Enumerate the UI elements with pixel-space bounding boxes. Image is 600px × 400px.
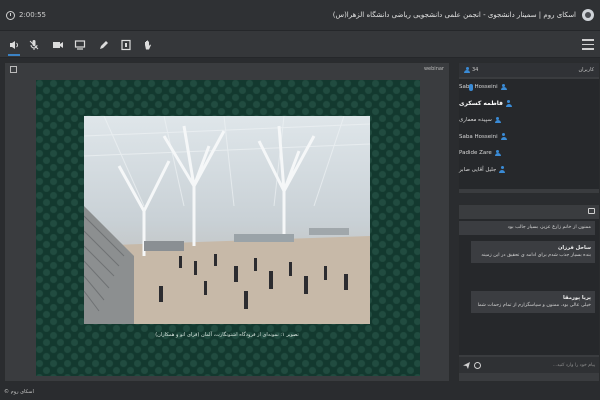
message-author: پریا پورمقا bbox=[563, 295, 591, 301]
user-icon bbox=[499, 166, 506, 173]
slide-caption: تصویر ۱: نمونه‌ای از فرودگاه اشتوتگارت، … bbox=[155, 332, 299, 338]
user-icon bbox=[494, 116, 501, 124]
participant-item[interactable]: Saba Hosseini bbox=[459, 79, 599, 96]
message-text: خیلی عالی بود. ممنون و سپاسگزارم از تمام… bbox=[477, 303, 591, 309]
chat-input-icons bbox=[463, 361, 481, 369]
footer-brand: © اسکای روم bbox=[4, 389, 34, 395]
screen-share-button[interactable] bbox=[72, 37, 88, 53]
presentation-icon bbox=[121, 39, 131, 51]
title-bar: 2:00:55 اسکای روم | سمینار دانشجوی - انج… bbox=[0, 0, 600, 30]
chat-messages: ممنون از خانم زارع عزیز، بسیار جالب بود … bbox=[459, 219, 599, 355]
mic-icon bbox=[469, 84, 473, 91]
participants-panel: 34 کاربران Saba Hosseini فاطمه کسکری سپی… bbox=[458, 62, 600, 194]
send-icon[interactable] bbox=[463, 361, 470, 369]
mic-off-icon bbox=[29, 40, 39, 50]
chat-message: ممنون از خانم زارع عزیز، بسیار جالب بود bbox=[459, 221, 595, 235]
expand-icon[interactable] bbox=[10, 65, 17, 73]
camera-button[interactable] bbox=[50, 37, 66, 53]
user-icon bbox=[494, 149, 501, 157]
menu-icon-line bbox=[582, 48, 594, 50]
airport-photo bbox=[84, 116, 370, 324]
speaker-button[interactable] bbox=[6, 37, 22, 56]
participant-item[interactable]: جلیل آقایی صابر bbox=[459, 162, 599, 179]
whiteboard-button[interactable] bbox=[96, 37, 112, 53]
raise-hand-icon bbox=[145, 40, 151, 50]
webinar-label: webinar bbox=[423, 66, 444, 72]
slide-photo bbox=[84, 116, 370, 324]
page-title: اسکای روم | سمینار دانشجوی - انجمن علمی … bbox=[332, 11, 576, 19]
footer-bar: © اسکای روم bbox=[0, 384, 600, 400]
raise-hand-button[interactable] bbox=[140, 37, 156, 53]
user-icon bbox=[500, 83, 507, 91]
user-icon bbox=[505, 100, 512, 107]
user-icon bbox=[500, 133, 507, 140]
participant-item[interactable]: سپیده معماری bbox=[459, 112, 599, 129]
presentation-button[interactable] bbox=[118, 37, 134, 53]
title-wrap: اسکای روم | سمینار دانشجوی - انجمن علمی … bbox=[333, 9, 594, 21]
participant-name: Saba Hosseini bbox=[459, 133, 498, 140]
timer-text: 2:00:55 bbox=[19, 11, 46, 19]
chat-panel: ممنون از خانم زارع عزیز، بسیار جالب بود … bbox=[458, 204, 600, 382]
chat-message: ساحل فرزان بنده بسیار جذب شدم برای ادامه… bbox=[471, 241, 595, 263]
session-timer: 2:00:55 bbox=[6, 10, 46, 20]
screen-share-icon bbox=[74, 40, 86, 50]
participant-count: 34 bbox=[464, 66, 479, 74]
menu-button[interactable] bbox=[582, 39, 594, 51]
participant-count-text: 34 bbox=[472, 67, 479, 73]
participant-name: فاطمه کسکری bbox=[459, 100, 503, 108]
participant-name: Padide Zare bbox=[459, 150, 492, 157]
emoji-icon[interactable] bbox=[474, 361, 481, 369]
chat-input-field[interactable]: پیام خود را وارد کنید... bbox=[553, 363, 595, 368]
presentation-slide: تصویر ۱: نمونه‌ای از فرودگاه اشتوتگارت، … bbox=[36, 80, 420, 376]
message-author: ساحل فرزان bbox=[557, 245, 591, 251]
chat-input-bar[interactable]: پیام خود را وارد کنید... bbox=[459, 357, 599, 373]
message-text: ممنون از خانم زارع عزیز، بسیار جالب بود bbox=[507, 225, 591, 230]
users-icon bbox=[464, 66, 470, 74]
menu-icon-line bbox=[582, 43, 594, 45]
message-text: بنده بسیار جذب شدم برای ادامه ی تحقیق در… bbox=[481, 253, 591, 259]
participant-name: Saba Hosseini bbox=[459, 84, 498, 91]
chat-icon bbox=[588, 208, 595, 214]
participant-name: جلیل آقایی صابر bbox=[459, 166, 497, 173]
participant-name: سپیده معماری bbox=[459, 117, 492, 124]
chat-header bbox=[459, 205, 599, 217]
webinar-panel: webinar bbox=[4, 62, 450, 382]
toolbar bbox=[0, 30, 600, 58]
participant-item[interactable]: فاطمه کسکری bbox=[459, 96, 599, 113]
clock-icon bbox=[6, 10, 15, 20]
menu-icon-line bbox=[582, 39, 594, 41]
participant-item[interactable]: Padide Zare bbox=[459, 145, 599, 162]
mic-button[interactable] bbox=[26, 37, 42, 53]
chat-message: پریا پورمقا خیلی عالی بود. ممنون و سپاسگ… bbox=[471, 291, 595, 313]
speaker-icon bbox=[10, 41, 18, 49]
pen-icon bbox=[100, 41, 108, 49]
logo-icon bbox=[582, 9, 594, 21]
webinar-header: webinar bbox=[5, 63, 449, 75]
app-window: 2:00:55 اسکای روم | سمینار دانشجوی - انج… bbox=[0, 0, 600, 400]
participants-title: کاربران bbox=[578, 67, 594, 73]
participants-header: 34 کاربران bbox=[459, 63, 599, 77]
camera-icon bbox=[53, 42, 63, 48]
participant-item[interactable]: Saba Hosseini bbox=[459, 129, 599, 146]
participant-list: Saba Hosseini فاطمه کسکری سپیده معماری S… bbox=[459, 79, 599, 189]
